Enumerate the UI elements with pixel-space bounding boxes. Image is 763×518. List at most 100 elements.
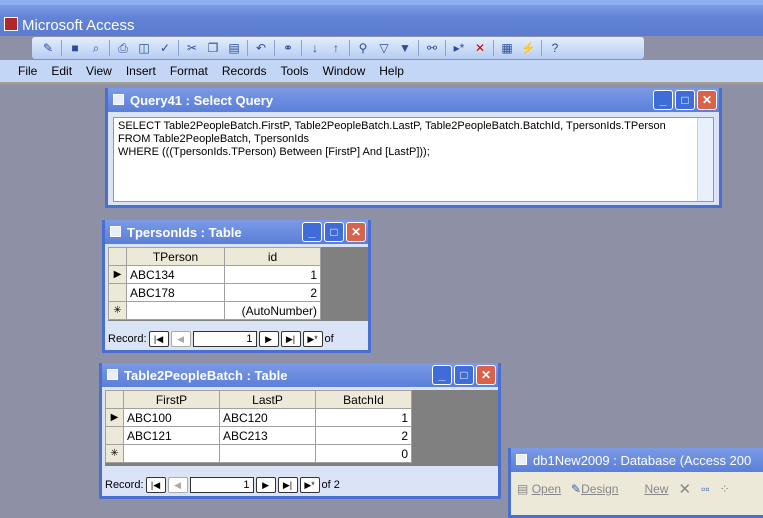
table-row: ▶ ABC100 ABC120 1 xyxy=(105,408,412,427)
database-icon xyxy=(516,454,527,465)
cell[interactable]: ABC100 xyxy=(123,408,220,427)
last-record-button[interactable]: ▶| xyxy=(280,331,301,347)
maximize-button[interactable]: □ xyxy=(454,365,474,385)
first-record-button[interactable]: |◀ xyxy=(145,477,166,493)
menu-records[interactable]: Records xyxy=(222,64,267,78)
filter-selection-icon[interactable]: ⚲ xyxy=(355,40,371,56)
minimize-button[interactable]: _ xyxy=(302,222,322,242)
db-title: db1New2009 : Database (Access 200 xyxy=(533,453,752,468)
first-record-button[interactable]: |◀ xyxy=(148,331,169,347)
table-icon xyxy=(110,226,121,237)
menu-insert[interactable]: Insert xyxy=(126,64,156,78)
cell[interactable]: ABC178 xyxy=(126,283,225,302)
menu-edit[interactable]: Edit xyxy=(51,64,72,78)
cell[interactable]: (AutoNumber) xyxy=(224,301,321,320)
new-row: ✳ 0 xyxy=(105,444,412,463)
copy-icon[interactable]: ❐ xyxy=(205,40,221,56)
design-button[interactable]: ✎Design xyxy=(571,482,618,496)
access-icon xyxy=(4,17,18,31)
help-icon[interactable]: ? xyxy=(547,40,563,56)
database-window-icon[interactable]: ▦ xyxy=(499,40,515,56)
small-icons-icon[interactable]: ⁘ xyxy=(720,482,730,496)
record-number-input[interactable]: 1 xyxy=(192,331,257,347)
save-icon[interactable]: ■ xyxy=(67,40,83,56)
menu-window[interactable]: Window xyxy=(323,64,366,78)
current-record-icon[interactable]: ▶ xyxy=(105,408,124,427)
row-selector[interactable] xyxy=(108,283,127,302)
apply-filter-icon[interactable]: ▼ xyxy=(397,40,413,56)
cell[interactable]: ABC121 xyxy=(123,426,220,445)
vertical-scrollbar[interactable] xyxy=(697,118,713,201)
next-record-button[interactable]: ▶ xyxy=(255,477,276,493)
column-header[interactable]: FirstP xyxy=(123,390,220,409)
row-selector[interactable] xyxy=(105,426,124,445)
filter-form-icon[interactable]: ▽ xyxy=(376,40,392,56)
close-button[interactable]: ✕ xyxy=(346,222,366,242)
cell[interactable] xyxy=(219,444,316,463)
cell[interactable]: 0 xyxy=(315,444,412,463)
new-record-icon[interactable]: ▸* xyxy=(451,40,467,56)
print-icon[interactable]: ⎙ xyxy=(115,40,131,56)
column-header[interactable]: BatchId xyxy=(315,390,412,409)
menu-file[interactable]: File xyxy=(18,64,37,78)
record-count: of 2 xyxy=(321,479,340,491)
undo-icon[interactable]: ↶ xyxy=(253,40,269,56)
new-record-button[interactable]: ▶* xyxy=(302,331,323,347)
menu-help[interactable]: Help xyxy=(379,64,404,78)
sql-editor[interactable]: SELECT Table2PeopleBatch.FirstP, Table2P… xyxy=(113,117,714,202)
view-icon[interactable]: ✎ xyxy=(40,40,56,56)
menu-format[interactable]: Format xyxy=(170,64,208,78)
delete-icon[interactable]: ✕ xyxy=(678,480,691,498)
print-preview-icon[interactable]: ◫ xyxy=(136,40,152,56)
table-row: ABC178 2 xyxy=(108,283,321,302)
new-record-icon[interactable]: ✳ xyxy=(108,301,127,320)
spelling-icon[interactable]: ✓ xyxy=(157,40,173,56)
cell[interactable] xyxy=(123,444,220,463)
column-header[interactable]: LastP xyxy=(219,390,316,409)
new-button[interactable]: New xyxy=(644,482,668,496)
menu-tools[interactable]: Tools xyxy=(281,64,309,78)
minimize-button[interactable]: _ xyxy=(432,365,452,385)
next-record-button[interactable]: ▶ xyxy=(258,331,279,347)
column-header[interactable]: TPerson xyxy=(126,247,225,266)
cut-icon[interactable]: ✂ xyxy=(184,40,200,56)
current-record-icon[interactable]: ▶ xyxy=(108,265,127,284)
new-record-icon[interactable]: ✳ xyxy=(105,444,124,463)
cell[interactable]: 1 xyxy=(315,408,412,427)
sort-descending-icon[interactable]: ↑ xyxy=(328,40,344,56)
prev-record-button[interactable]: ◀ xyxy=(170,331,191,347)
tpersonids-window: TpersonIds : Table _ □ ✕ TPerson id ▶ ABC134… xyxy=(102,220,371,353)
record-navigator: Record: |◀ ◀ 1 ▶ ▶| ▶* of 2 xyxy=(105,477,340,493)
menu-bar: File Edit View Insert Format Records Tools Wind… xyxy=(0,60,763,84)
cell[interactable] xyxy=(126,301,225,320)
delete-record-icon[interactable]: ✕ xyxy=(472,40,488,56)
record-number-input[interactable]: 1 xyxy=(189,477,254,493)
new-record-button[interactable]: ▶* xyxy=(299,477,320,493)
cell[interactable]: ABC213 xyxy=(219,426,316,445)
maximize-button[interactable]: □ xyxy=(675,90,695,110)
maximize-button[interactable]: □ xyxy=(324,222,344,242)
new-object-icon[interactable]: ⚡ xyxy=(520,40,536,56)
large-icons-icon[interactable]: ▫▫ xyxy=(701,482,710,496)
last-record-button[interactable]: ▶| xyxy=(277,477,298,493)
hyperlink-icon[interactable]: ⚭ xyxy=(280,40,296,56)
file-search-icon[interactable]: ⌕ xyxy=(88,40,104,56)
find-icon[interactable]: ⚯ xyxy=(424,40,440,56)
menu-view[interactable]: View xyxy=(86,64,112,78)
sort-ascending-icon[interactable]: ↓ xyxy=(307,40,323,56)
design-label: Design xyxy=(581,482,619,496)
paste-icon[interactable]: ▤ xyxy=(226,40,242,56)
close-button[interactable]: ✕ xyxy=(697,90,717,110)
minimize-button[interactable]: _ xyxy=(653,90,673,110)
column-header[interactable]: id xyxy=(224,247,321,266)
open-icon: ▤ xyxy=(517,482,529,496)
open-button[interactable]: ▤ Open xyxy=(517,482,561,496)
close-button[interactable]: ✕ xyxy=(476,365,496,385)
cell[interactable]: ABC134 xyxy=(126,265,225,284)
cell[interactable]: 1 xyxy=(224,265,321,284)
cell[interactable]: 2 xyxy=(315,426,412,445)
tperson-title: TpersonIds : Table xyxy=(127,225,242,240)
cell[interactable]: 2 xyxy=(224,283,321,302)
cell[interactable]: ABC120 xyxy=(219,408,316,427)
prev-record-button[interactable]: ◀ xyxy=(167,477,188,493)
